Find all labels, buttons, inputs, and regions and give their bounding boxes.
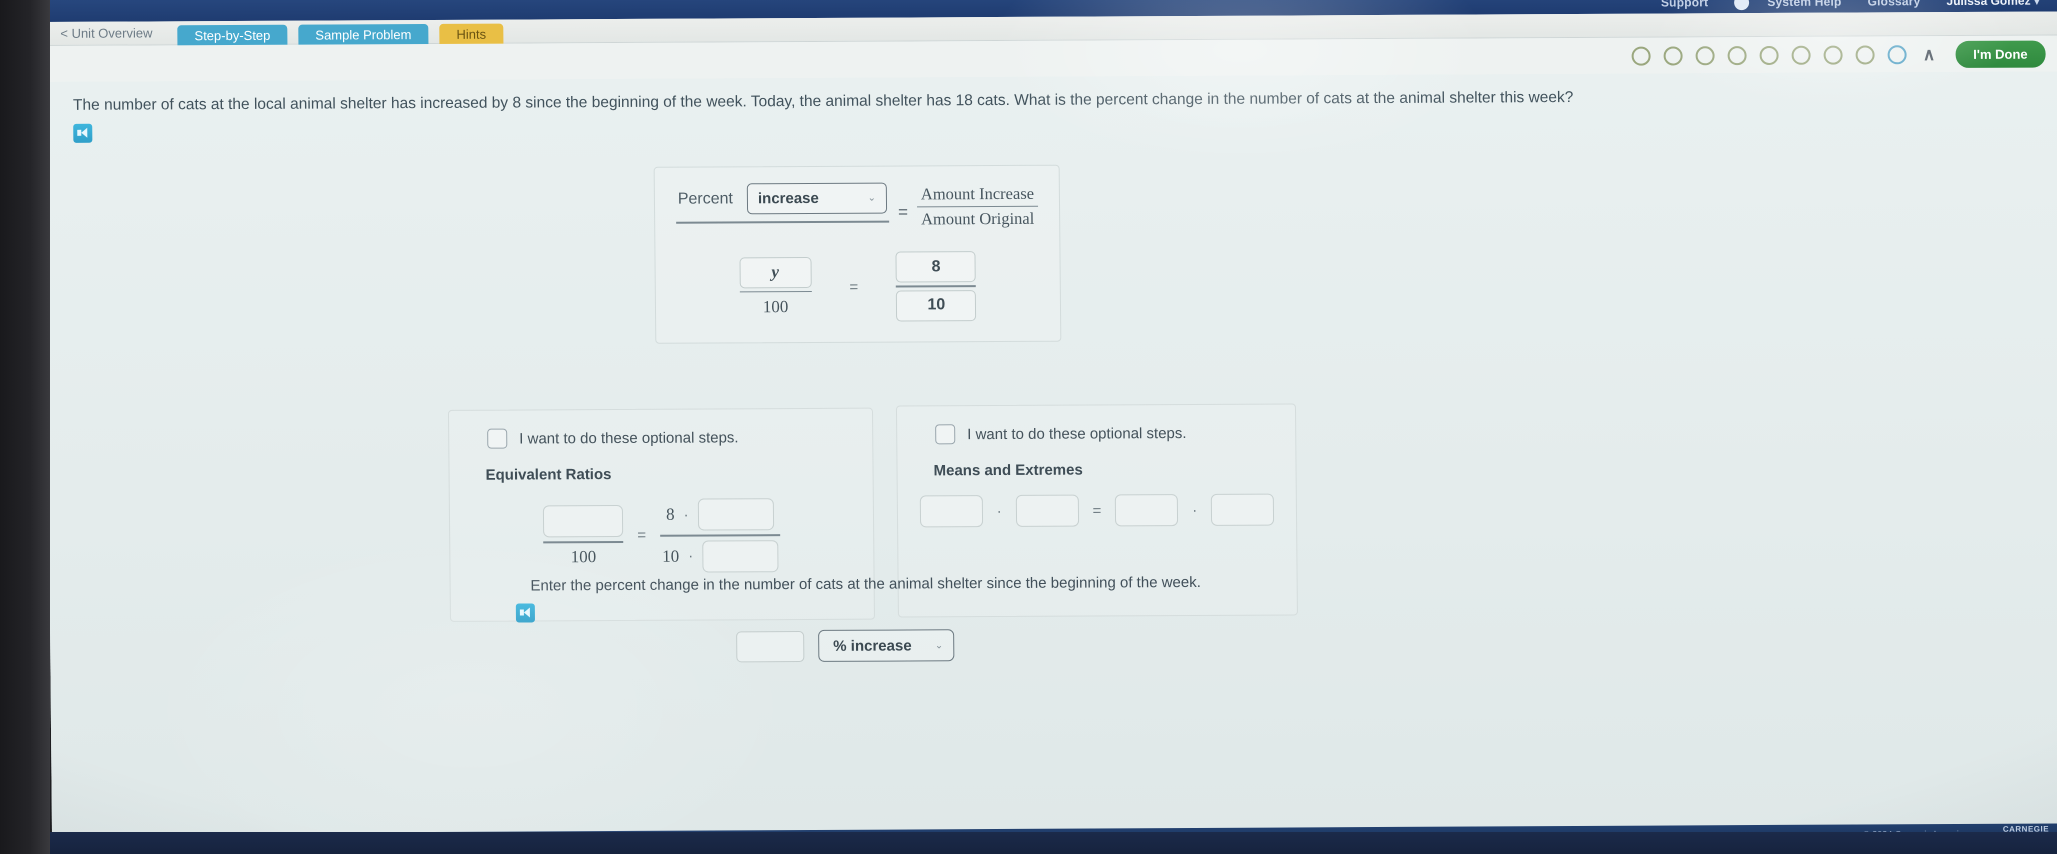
right-numerator-expression: 8 · (664, 498, 776, 531)
percent-label-fraction: Percent increase ⌄ (676, 182, 890, 224)
equivalent-ratios-title: Equivalent Ratios (485, 466, 612, 484)
topbar-link-support[interactable]: Support (1661, 0, 1709, 10)
progress-circle-9[interactable] (1887, 44, 1907, 64)
hundred-label: 100 (762, 297, 789, 317)
amount-increase-label: Amount Increase (920, 183, 1035, 204)
monitor-bezel-left (0, 0, 50, 854)
user-menu[interactable]: Julissa Gomez ▾ (1946, 0, 2039, 8)
topbar-link-glossary[interactable]: Glossary (1867, 0, 1920, 8)
amount-original-label: Amount Original (920, 209, 1035, 229)
progress-circle-6[interactable] (1791, 45, 1811, 65)
equals-sign: = (1092, 501, 1102, 520)
numerator-input-box[interactable]: 8 (895, 251, 977, 283)
fraction-bar (739, 290, 812, 293)
optional-steps-label: I want to do these optional steps. (967, 424, 1187, 443)
numerator-blank-input[interactable] (697, 498, 774, 531)
means-input-4[interactable] (1210, 493, 1275, 526)
denominator-input-box[interactable]: 10 (896, 290, 977, 322)
chevron-down-icon: ▾ (2034, 0, 2040, 7)
equals-sign: = (897, 202, 909, 222)
multiply-dot-icon: · (1192, 501, 1198, 519)
chevron-down-icon: ⌄ (934, 639, 944, 651)
percent-select-row: Percent increase ⌄ (676, 182, 890, 222)
progress-circle-4[interactable] (1727, 45, 1747, 65)
user-name-label: Julissa Gomez (1946, 0, 2031, 9)
fraction-bar (543, 540, 624, 543)
avatar-circle-icon[interactable] (1734, 0, 1750, 10)
progress-circle-2[interactable] (1663, 45, 1683, 66)
final-unit-value: % increase (833, 636, 912, 655)
formula-bottom-row: y 100 = 8 10 (675, 251, 1040, 322)
mathia-application: Support System Help Glossary Julissa Gom… (44, 0, 2057, 854)
means-input-1[interactable] (919, 495, 983, 528)
progress-circles (1631, 44, 1907, 66)
denominator-factor-10: 10 (662, 546, 680, 566)
right-denominator-expression: 10 · (660, 539, 780, 573)
fraction-bar (660, 534, 781, 537)
unit-overview-link[interactable]: < Unit Overview (60, 25, 152, 40)
carnegie-learning-logo: CARNEGIE LEARNING (2003, 824, 2050, 842)
multiply-dot-icon: · (683, 506, 689, 524)
numerator-factor-8: 8 (665, 504, 675, 524)
optional-steps-checkbox[interactable] (487, 428, 508, 449)
multiply-dot-icon: · (996, 502, 1002, 520)
topbar-link-system-help[interactable]: System Help (1767, 0, 1841, 9)
left-numeric-fraction: y 100 (739, 256, 812, 318)
im-done-button[interactable]: I'm Done (1955, 40, 2046, 68)
formula-top-row: Percent increase ⌄ = Amount Increase Amo… (675, 182, 1039, 231)
fraction-bar (916, 205, 1039, 208)
problem-workspace: The number of cats at the local animal s… (44, 71, 2057, 854)
means-input-2[interactable] (1015, 494, 1079, 527)
equals-sign: = (849, 278, 859, 296)
copyright-label: © 2024 Carnegie Learning (1863, 828, 1969, 840)
chevron-down-icon: ⌄ (867, 192, 876, 204)
optional-steps-checkbox-row-left[interactable]: I want to do these optional steps. (487, 427, 850, 449)
audio-speaker-icon (515, 603, 535, 623)
y-input-box[interactable]: y (739, 256, 812, 289)
logo-line-2: LEARNING (2003, 832, 2050, 842)
audio-speaker-icon (73, 123, 93, 143)
progress-circle-3[interactable] (1695, 45, 1715, 65)
tab-sample-problem[interactable]: Sample Problem (298, 23, 429, 47)
progress-circle-5[interactable] (1759, 45, 1779, 65)
page-footer: © 2024 Carnegie Learning CARNEGIE LEARNI… (52, 823, 2057, 854)
progress-circle-7[interactable] (1823, 45, 1843, 65)
left-fraction: 100 (542, 504, 624, 567)
means-extremes-equation: · = · (919, 493, 1275, 528)
right-fraction: 8 · 10 · (660, 498, 781, 573)
tab-hints[interactable]: Hints (439, 23, 504, 46)
means-input-3[interactable] (1115, 494, 1179, 527)
fraction-bar (896, 285, 977, 288)
progress-circle-1[interactable] (1631, 46, 1651, 66)
tab-step-by-step[interactable]: Step-by-Step (177, 24, 288, 47)
means-and-extremes-title: Means and Extremes (933, 461, 1083, 480)
screen-photo: Support System Help Glossary Julissa Gom… (0, 0, 2057, 854)
optional-steps-checkbox-row-right[interactable]: I want to do these optional steps. (935, 423, 1273, 445)
change-type-select[interactable]: increase ⌄ (746, 182, 888, 215)
right-numeric-fraction: 8 10 (895, 251, 977, 322)
optional-steps-label: I want to do these optional steps. (519, 428, 739, 448)
fraction-bar (676, 220, 890, 224)
final-answer-row: % increase ⌄ (736, 629, 955, 662)
denominator-blank-input[interactable] (702, 539, 779, 573)
final-unit-select[interactable]: % increase ⌄ (818, 629, 955, 662)
equals-sign: = (637, 527, 647, 545)
change-type-value: increase (757, 189, 819, 208)
left-denominator-label: 100 (570, 546, 597, 566)
prompt-audio-button[interactable] (73, 123, 93, 143)
final-answer-input[interactable] (736, 630, 805, 662)
percent-formula-card: Percent increase ⌄ = Amount Increase Amo… (653, 164, 1062, 344)
problem-statement: The number of cats at the local animal s… (72, 88, 1574, 114)
amount-word-fraction: Amount Increase Amount Original (916, 182, 1039, 230)
multiply-dot-icon: · (688, 547, 694, 565)
left-numerator-input[interactable] (542, 504, 624, 538)
percent-label: Percent (677, 189, 734, 208)
final-audio-button[interactable] (515, 603, 535, 623)
equivalent-ratios-equation: 100 = 8 · 10 · (472, 498, 852, 573)
collapse-chevron-icon[interactable]: ∧ (1923, 45, 1936, 64)
progress-circle-8[interactable] (1855, 44, 1875, 65)
optional-steps-checkbox[interactable] (935, 424, 956, 445)
